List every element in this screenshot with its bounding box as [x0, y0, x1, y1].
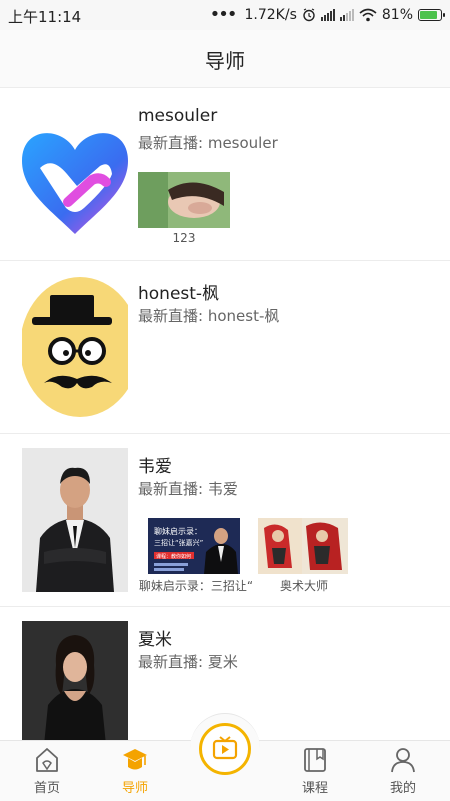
network-speed: 1.72K/s	[244, 7, 297, 23]
live-title: 奥术大师	[279, 579, 328, 593]
status-icons: ••• 1.72K/s 81%	[209, 4, 445, 25]
home-icon	[36, 748, 58, 772]
live-thumbnail[interactable]	[258, 518, 348, 574]
mentor-row[interactable]: mesouler 最新直播: mesouler 123	[0, 88, 450, 261]
avatar-honest[interactable]	[22, 275, 128, 419]
tab-label: 首页	[33, 781, 60, 796]
bottom-tab-bar: 首页 导师 课程 我的	[0, 713, 450, 801]
tab-label: 课程	[301, 781, 328, 796]
avatar-xiami[interactable]	[22, 621, 128, 740]
battery-percent: 81%	[381, 7, 413, 23]
latest-live: 最新直播: 夏米	[138, 653, 238, 671]
battery-icon	[418, 9, 445, 21]
mentor-name[interactable]: 夏米	[138, 625, 172, 650]
mentor-name[interactable]: mesouler	[138, 106, 217, 126]
mentor-row[interactable]: honest-枫 最新直播: honest-枫	[0, 261, 450, 434]
tab-label: 我的	[389, 781, 416, 796]
signal-2-icon	[339, 9, 354, 21]
mentor-list: mesouler 最新直播: mesouler 123 honest-枫 最新直…	[0, 88, 450, 740]
poster-title: 聊妹启示录：	[154, 526, 202, 536]
tab-label: 导师	[121, 781, 148, 796]
mentor-row[interactable]: 韦爱 最新直播: 韦爱 聊妹启示录： 三招让“张嘉兴” 课程：教你如何 聊妹启示…	[0, 434, 450, 607]
header: 导师	[0, 30, 450, 88]
poster-subtitle: 三招让“张嘉兴”	[154, 538, 203, 547]
alarm-icon	[303, 8, 315, 22]
mentor-name[interactable]: 韦爱	[138, 452, 172, 477]
status-time: 上午11:14	[8, 8, 82, 26]
book-icon	[304, 748, 326, 772]
tab-profile[interactable]: 我的	[368, 741, 438, 801]
user-icon	[391, 748, 415, 773]
tab-mentor[interactable]: 导师	[100, 741, 170, 801]
avatar-weiai[interactable]	[22, 448, 128, 592]
signal-icon	[320, 9, 335, 21]
live-button[interactable]	[190, 713, 260, 784]
avatar-mesouler[interactable]	[22, 116, 128, 260]
latest-live: 最新直播: mesouler	[138, 134, 278, 152]
page-title: 导师	[205, 49, 245, 73]
latest-live: 最新直播: 韦爱	[138, 480, 238, 498]
mentor-name[interactable]: honest-枫	[138, 279, 219, 304]
tab-home[interactable]: 首页	[12, 741, 82, 801]
live-title: 123	[172, 231, 196, 245]
tab-course[interactable]: 课程	[280, 741, 350, 801]
live-title: 聊妹启示录：三招让“	[138, 579, 254, 593]
more-dots-icon: •••	[209, 4, 238, 25]
graduation-cap-icon	[123, 749, 147, 770]
live-thumbnail[interactable]	[138, 172, 230, 228]
status-bar: 上午11:14 ••• 1.72K/s 81%	[0, 0, 450, 30]
live-tv-icon	[212, 736, 238, 760]
live-thumbnail[interactable]: 聊妹启示录： 三招让“张嘉兴” 课程：教你如何	[148, 518, 240, 574]
poster-tag: 课程：教你如何	[156, 553, 191, 560]
latest-live: 最新直播: honest-枫	[138, 307, 280, 325]
wifi-icon	[359, 8, 377, 22]
